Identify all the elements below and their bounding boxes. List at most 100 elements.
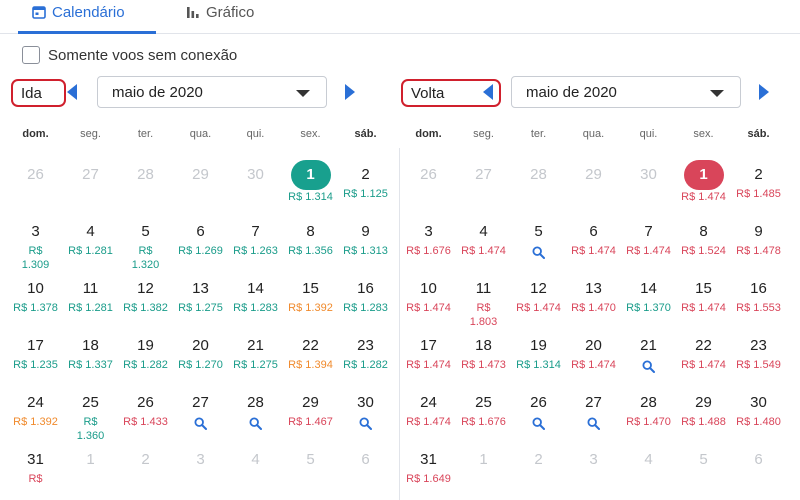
calendar-day[interactable]: 14 R$ 1.283 bbox=[228, 279, 283, 336]
calendar-day[interactable]: 12 R$ 1.474 bbox=[511, 279, 566, 336]
nonstop-checkbox[interactable] bbox=[22, 46, 40, 64]
day-price: R$ 1.474 bbox=[571, 245, 616, 257]
calendar-day[interactable]: 30 bbox=[338, 393, 393, 450]
calendar-week-row: 31 R$ 1 2 3 4 5 6 bbox=[8, 450, 393, 500]
calendar-day[interactable]: 26 bbox=[511, 393, 566, 450]
day-price: R$ 1.320 bbox=[131, 245, 160, 271]
calendar-day: 1 bbox=[456, 450, 511, 500]
calendar-day[interactable]: 4 R$ 1.474 bbox=[456, 222, 511, 279]
calendar-day[interactable]: 6 R$ 1.269 bbox=[173, 222, 228, 279]
calendar-day[interactable]: 2 R$ 1.125 bbox=[338, 165, 393, 222]
calendar-day[interactable]: 5 bbox=[511, 222, 566, 279]
calendar-day[interactable]: 5 R$ 1.320 bbox=[118, 222, 173, 279]
day-price: R$ 1.392 bbox=[288, 302, 333, 314]
calendar-day[interactable]: 29 R$ 1.467 bbox=[283, 393, 338, 450]
search-icon[interactable] bbox=[532, 417, 545, 430]
calendar-day[interactable]: 15 R$ 1.474 bbox=[676, 279, 731, 336]
calendar-day[interactable]: 8 R$ 1.356 bbox=[283, 222, 338, 279]
calendar-day[interactable]: 9 R$ 1.478 bbox=[731, 222, 786, 279]
calendar-day[interactable]: 17 R$ 1.474 bbox=[401, 336, 456, 393]
search-icon[interactable] bbox=[249, 417, 262, 430]
calendar-day[interactable]: 19 R$ 1.282 bbox=[118, 336, 173, 393]
calendar-day[interactable]: 28 R$ 1.470 bbox=[621, 393, 676, 450]
calendar-day[interactable]: 9 R$ 1.313 bbox=[338, 222, 393, 279]
calendar-day[interactable]: 11 R$ 1.281 bbox=[63, 279, 118, 336]
tab-calendar[interactable]: Calendário bbox=[18, 0, 156, 34]
day-number: 23 bbox=[357, 337, 374, 354]
calendar-day[interactable]: 10 R$ 1.474 bbox=[401, 279, 456, 336]
day-number: 26 bbox=[420, 166, 437, 183]
calendar-day[interactable]: 2 R$ 1.485 bbox=[731, 165, 786, 222]
calendar-day[interactable]: 17 R$ 1.235 bbox=[8, 336, 63, 393]
search-icon[interactable] bbox=[532, 246, 545, 259]
calendar-day[interactable]: 22 R$ 1.394 bbox=[283, 336, 338, 393]
calendar-day[interactable]: 31 R$ bbox=[8, 450, 63, 500]
calendar-day[interactable]: 23 R$ 1.549 bbox=[731, 336, 786, 393]
calendar-day[interactable]: 16 R$ 1.553 bbox=[731, 279, 786, 336]
calendar-day: 2 bbox=[118, 450, 173, 500]
calendar-day[interactable]: 18 R$ 1.337 bbox=[63, 336, 118, 393]
calendar-day[interactable]: 13 R$ 1.470 bbox=[566, 279, 621, 336]
day-number: 4 bbox=[251, 451, 260, 468]
calendar-day[interactable]: 21 R$ 1.275 bbox=[228, 336, 283, 393]
calendar-day[interactable]: 13 R$ 1.275 bbox=[173, 279, 228, 336]
day-price: R$ 1.474 bbox=[406, 416, 451, 428]
calendar-day[interactable]: 7 R$ 1.474 bbox=[621, 222, 676, 279]
calendar-day[interactable]: 25 R$ 1.676 bbox=[456, 393, 511, 450]
day-number: 30 bbox=[247, 166, 264, 183]
calendar-day[interactable]: 31 R$ 1.649 bbox=[401, 450, 456, 500]
calendar-day[interactable]: 21 bbox=[621, 336, 676, 393]
day-number: 24 bbox=[27, 394, 44, 411]
search-icon[interactable] bbox=[587, 417, 600, 430]
calendar-day[interactable]: 19 R$ 1.314 bbox=[511, 336, 566, 393]
calendar-day[interactable]: 20 R$ 1.474 bbox=[566, 336, 621, 393]
outbound-weekday-header: dom. seg. ter. qua. qui. sex. sáb. bbox=[8, 128, 393, 144]
search-icon[interactable] bbox=[359, 417, 372, 430]
outbound-month-select[interactable]: maio de 2020 bbox=[97, 76, 327, 108]
calendar-day[interactable]: 24 R$ 1.392 bbox=[8, 393, 63, 450]
nonstop-filter[interactable]: Somente voos sem conexão bbox=[22, 46, 237, 64]
return-next-month-arrow-icon[interactable] bbox=[759, 84, 769, 100]
calendar-day[interactable]: 4 R$ 1.281 bbox=[63, 222, 118, 279]
calendar-day[interactable]: 22 R$ 1.474 bbox=[676, 336, 731, 393]
day-number: 1 bbox=[86, 451, 95, 468]
calendar-day[interactable]: 3 R$ 1.676 bbox=[401, 222, 456, 279]
calendar-day[interactable]: 1 R$ 1.314 bbox=[283, 160, 338, 222]
calendar-day[interactable]: 14 R$ 1.370 bbox=[621, 279, 676, 336]
calendar-day[interactable]: 23 R$ 1.282 bbox=[338, 336, 393, 393]
return-month-select[interactable]: maio de 2020 bbox=[511, 76, 741, 108]
calendar-day[interactable]: 30 R$ 1.480 bbox=[731, 393, 786, 450]
outbound-prev-month-arrow-icon[interactable] bbox=[67, 84, 77, 100]
calendar-day[interactable]: 24 R$ 1.474 bbox=[401, 393, 456, 450]
calendar-day[interactable]: 3 R$ 1.309 bbox=[8, 222, 63, 279]
calendar-day[interactable]: 27 bbox=[566, 393, 621, 450]
calendar-day[interactable]: 6 R$ 1.474 bbox=[566, 222, 621, 279]
search-icon[interactable] bbox=[642, 360, 655, 373]
return-days-grid: 26 27 28 29 30 1 R$ 1.474 2 R$ 1.485 3 R$ 1.676 4 R$… bbox=[401, 160, 786, 500]
calendar-day[interactable]: 7 R$ 1.263 bbox=[228, 222, 283, 279]
calendar-day[interactable]: 10 R$ 1.378 bbox=[8, 279, 63, 336]
calendar-day[interactable]: 16 R$ 1.283 bbox=[338, 279, 393, 336]
calendar-day[interactable]: 11 R$ 1.803 bbox=[456, 279, 511, 336]
calendar-day[interactable]: 28 bbox=[228, 393, 283, 450]
day-price: R$ 1.474 bbox=[681, 191, 726, 203]
tab-chart[interactable]: Gráfico bbox=[186, 0, 254, 34]
calendar-day[interactable]: 20 R$ 1.270 bbox=[173, 336, 228, 393]
calendar-day[interactable]: 8 R$ 1.524 bbox=[676, 222, 731, 279]
calendar-day[interactable]: 27 bbox=[173, 393, 228, 450]
calendar-day[interactable]: 26 R$ 1.433 bbox=[118, 393, 173, 450]
calendar-day[interactable]: 1 R$ 1.474 bbox=[676, 160, 731, 222]
search-icon[interactable] bbox=[194, 417, 207, 430]
day-number: 2 bbox=[361, 166, 370, 183]
day-number: 16 bbox=[750, 280, 767, 297]
calendar-day[interactable]: 12 R$ 1.382 bbox=[118, 279, 173, 336]
outbound-next-month-arrow-icon[interactable] bbox=[345, 84, 355, 100]
calendar-day[interactable]: 15 R$ 1.392 bbox=[283, 279, 338, 336]
calendar-day[interactable]: 25 R$ 1.360 bbox=[63, 393, 118, 450]
return-prev-month-arrow-icon[interactable] bbox=[483, 84, 493, 100]
day-number: 1 bbox=[479, 451, 488, 468]
day-number: 28 bbox=[640, 394, 657, 411]
day-number: 4 bbox=[644, 451, 653, 468]
calendar-day[interactable]: 29 R$ 1.488 bbox=[676, 393, 731, 450]
calendar-day[interactable]: 18 R$ 1.473 bbox=[456, 336, 511, 393]
